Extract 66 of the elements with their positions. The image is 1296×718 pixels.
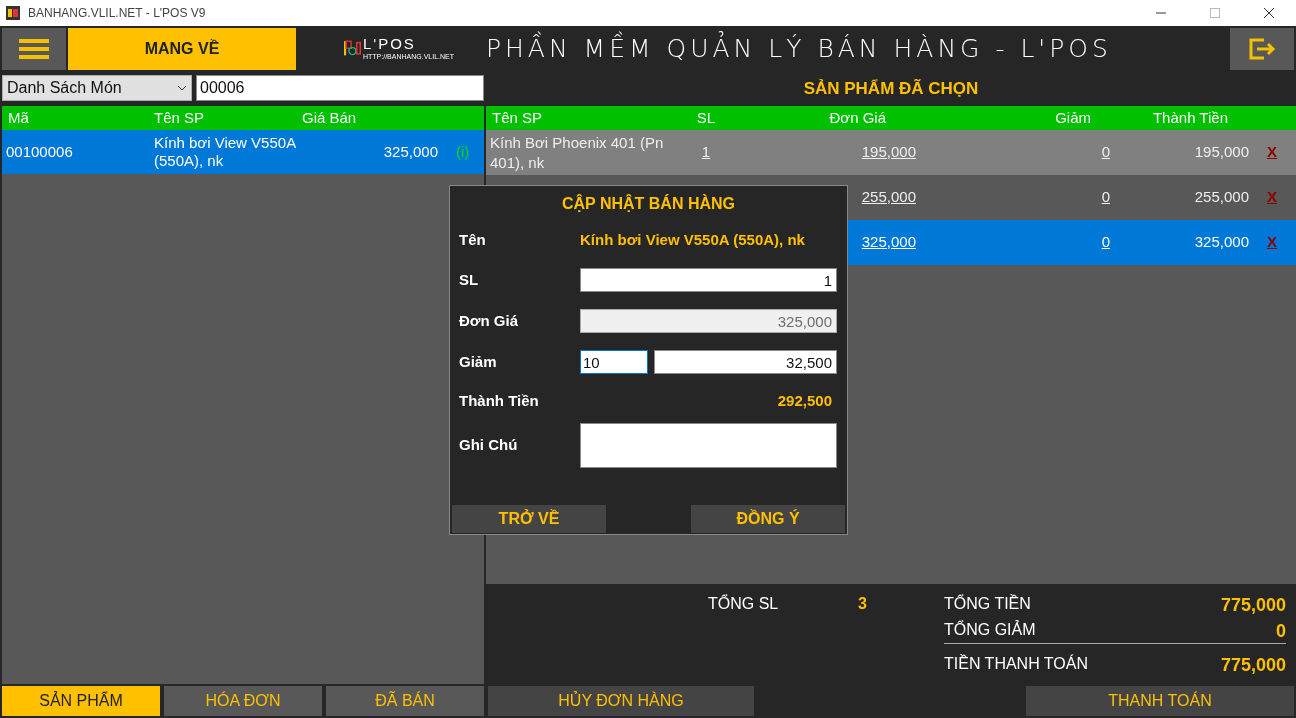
summary-value: 3 — [858, 594, 868, 614]
column-header: Giảm — [1054, 107, 1091, 128]
discount-percent-field[interactable]: 10 — [580, 350, 648, 374]
field-label: Thành Tiền — [459, 390, 540, 411]
tab[interactable]: SẢN PHẨM — [2, 686, 160, 716]
pay-button[interactable]: THANH TOÁN — [1026, 686, 1294, 716]
window-title: BANHANG.VLIL.NET - L'POS V9 — [28, 5, 206, 22]
exit-icon — [1248, 37, 1276, 61]
order-type-button[interactable]: MANG VỀ — [68, 28, 296, 70]
info-link[interactable]: (i) — [456, 140, 470, 164]
column-header: Mã — [7, 107, 30, 128]
column-header: Thành Tiền — [1151, 107, 1228, 128]
column-header: SL — [695, 107, 717, 128]
table-cell-text: Kính Bơi Phoenix 401 (Pn 401), nk — [489, 132, 665, 173]
cancel-order-button[interactable]: HỦY ĐƠN HÀNG — [488, 686, 754, 716]
column-header: Tên SP — [153, 107, 206, 128]
summary-value: 775,000 — [1220, 594, 1286, 617]
quantity-field[interactable]: 1 — [580, 268, 837, 292]
quantity-link[interactable]: 1 — [686, 141, 726, 164]
table-cell-text: 325,000 — [382, 141, 439, 162]
table-cell-text: Kính bơi View V550A (550A), nk — [153, 134, 297, 170]
summary-value: 775,000 — [1220, 654, 1286, 677]
field-label: SL — [459, 269, 480, 290]
menu-button[interactable] — [2, 28, 66, 70]
column-header: Tên SP — [491, 107, 544, 128]
table-cell-text: 255,000 — [1193, 187, 1249, 208]
tab[interactable]: ĐÃ BÁN — [326, 686, 484, 716]
confirm-button[interactable]: ĐỒNG Ý — [691, 505, 845, 533]
product-row[interactable]: 00100006 Kính bơi View V550A (550A), nk 325,000 (i) — [2, 130, 484, 174]
column-header: Đơn Giá — [828, 107, 886, 128]
logo-text: L'POS — [362, 36, 417, 52]
back-button[interactable]: TRỞ VỀ — [452, 505, 606, 533]
exit-button[interactable] — [1230, 28, 1294, 70]
field-label: Đơn Giá — [459, 310, 519, 331]
close-icon[interactable] — [1264, 8, 1274, 18]
field-label: Giảm — [459, 351, 498, 372]
cart-title: SẢN PHẨM ĐÃ CHỌN — [803, 78, 979, 101]
column-header: Giá Bán — [301, 107, 357, 128]
table-cell-text: 00100006 — [5, 141, 74, 162]
unit-price-link[interactable]: 195,000 — [726, 141, 916, 164]
field-label: Tên — [459, 229, 487, 250]
app-icon — [6, 6, 20, 20]
table-cell-text: 325,000 — [1193, 232, 1249, 253]
search-field[interactable]: 00006 — [196, 75, 484, 101]
cart-row[interactable]: Kính Bơi Phoenix 401 (Pn 401), nk 1 195,000 0 195,000 X — [486, 130, 1296, 175]
chevron-down-icon — [177, 85, 187, 91]
summary-label: TỔNG GIẢM — [944, 619, 1036, 640]
menu-icon — [19, 38, 49, 60]
total-value: 292,500 — [776, 390, 832, 411]
category-dropdown[interactable]: Danh Sách Món — [2, 75, 192, 101]
field-label: Ghi Chú — [459, 435, 519, 455]
discount-link[interactable]: 0 — [916, 141, 1110, 164]
summary-label: TỔNG TIỀN — [944, 593, 1031, 614]
note-field[interactable] — [580, 423, 837, 468]
remove-link[interactable]: X — [1267, 141, 1277, 164]
discount-link[interactable]: 0 — [916, 231, 1110, 254]
table-cell-text: 195,000 — [1193, 142, 1249, 163]
discount-link[interactable]: 0 — [916, 186, 1110, 209]
dialog-title: CẬP NHẬT BÁN HÀNG — [561, 193, 735, 214]
summary-label: TIỀN THANH TOÁN — [944, 653, 1089, 674]
product-name: Kính bơi View V550A (550A), nk — [580, 229, 805, 250]
app-title: PHẦN MỀM QUẢN LÝ BÁN HÀNG - L'POS — [486, 30, 1112, 68]
summary-value: 0 — [1276, 620, 1286, 641]
discount-amount-field[interactable]: 32,500 — [654, 350, 837, 374]
summary-label: TỔNG SL — [708, 593, 780, 614]
tab[interactable]: HÓA ĐƠN — [164, 686, 322, 716]
